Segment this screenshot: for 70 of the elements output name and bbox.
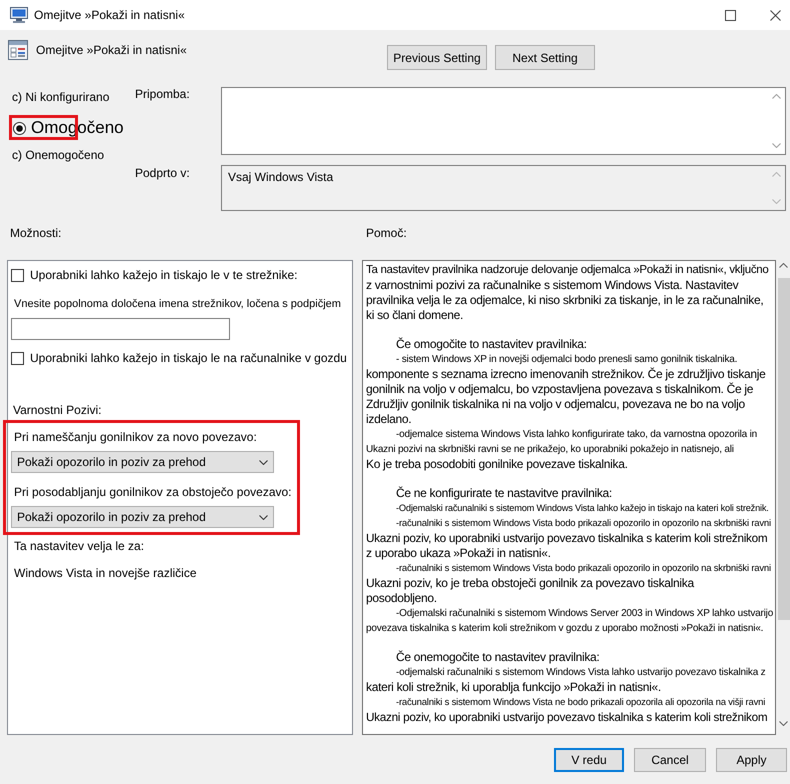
- help-text: pravilnika velja le za odjemalce, ki niso skrbniki za tiskanje, in le za računalnike,: [366, 293, 764, 308]
- scrollbar-thumb[interactable]: [778, 278, 790, 620]
- next-setting-button[interactable]: Next Setting: [495, 45, 595, 70]
- computer-icon: [10, 7, 28, 23]
- ok-button[interactable]: V redu: [554, 748, 624, 772]
- checkbox-label[interactable]: Uporabniki lahko kažejo in tiskajo le na računalnike v gozdu: [30, 351, 347, 365]
- help-text: posodobljeno.: [366, 591, 437, 606]
- help-text: ki so člani domene.: [366, 308, 464, 323]
- applies-to-value: Windows Vista in novejše različice: [14, 566, 197, 580]
- server-names-label: Vnesite popolnoma določena imena strežnikov, ločena s podpičjem: [14, 297, 341, 311]
- radio-option[interactable]: c) Onemogočeno: [12, 145, 104, 165]
- help-note: - sistem Windows XP in novejši odjemalci bodo prenesli samo gonilnik tiskalnika.: [396, 353, 738, 367]
- dropdown[interactable]: Pokaži opozorilo in poziv za prehod: [11, 506, 274, 528]
- help-heading: Če omogočite to nastavitev pravilnika:: [396, 337, 587, 352]
- apply-button[interactable]: Apply: [716, 748, 787, 772]
- radio-icon: [13, 122, 26, 134]
- applies-to-label: Ta nastavitev velja le za:: [14, 539, 144, 553]
- maximize-icon: [724, 10, 736, 20]
- setting-title: Omejitve »Pokaži in natisni«: [36, 42, 187, 59]
- help-note: -odjemalski računalniki s sistemom Windows Vista lahko ustvarijo povezavo tiskalnika z: [396, 666, 766, 680]
- window-title: Omejitve »Pokaži in natisni«: [34, 7, 185, 23]
- help-text: komponente s seznama izrecno imenovanih strežnikov. Če je združljivo tiskanje: [366, 367, 766, 382]
- help-note: -računalniki s sistemom Windows Vista bodo prikazali opozorilo in opozorilo na skrbniški ravni: [396, 517, 771, 531]
- help-text: Ko je treba posodobiti gonilnike povezave tiskalnika.: [366, 457, 628, 472]
- help-heading: Če ne konfigurirate te nastavitve pravilnika:: [396, 486, 612, 501]
- help-note: -računalniki s sistemom Windows Vista ne bodo prikazali opozorila ali opozorila na višji ravni: [396, 696, 766, 710]
- help-text: izdelano.: [366, 412, 412, 427]
- scroll-up-icon: [772, 94, 781, 99]
- server-names-field[interactable]: [11, 318, 230, 340]
- help-text: z uporabo ukaza »Pokaži in natisni«.: [366, 546, 551, 561]
- comment-label: Pripomba:: [135, 87, 191, 101]
- supported-label: Podprto v:: [135, 165, 191, 180]
- dropdown-label: Pri nameščanju gonilnikov za novo povezavo:: [14, 430, 257, 444]
- help-text: kateri koli strežnik, ki uporablja funkcijo »Pokaži in natisni«.: [366, 680, 661, 695]
- help-note: povezava tiskalnika s katerim koli strežnikom v gozdu z uporabo možnosti »Pokaži in natisni«.: [366, 622, 764, 636]
- window-icon: [8, 40, 28, 60]
- dropdown-label: Pri posodabljanju gonilnikov za obstoječo povezavo:: [14, 485, 292, 499]
- checkbox[interactable]: [11, 268, 24, 282]
- help-text: Združljiv gonilnik tiskalnika ni na voljo v odjemalcu, povezava ne bo na voljo: [366, 397, 745, 412]
- supported-value: Vsaj Windows Vista: [227, 169, 334, 184]
- checkbox-label[interactable]: Uporabniki lahko kažejo in tiskajo le v te strežnike:: [30, 268, 298, 282]
- radio-option[interactable]: c) Ni konfigurirano: [12, 87, 110, 107]
- help-text: Ta nastavitev pravilnika nadzoruje delovanje odjemalca »Pokaži in natisni«, vključno: [366, 263, 768, 278]
- scroll-up-icon[interactable]: [778, 263, 788, 268]
- help-text: gonilnik na voljo v odjemalcu, bo vzpostavljena povezava s tiskalnikom. Če je: [366, 382, 754, 397]
- security-prompts-label: Varnostni Pozivi:: [13, 403, 102, 417]
- cancel-button[interactable]: Cancel: [634, 748, 706, 772]
- close-icon: [770, 10, 781, 20]
- scroll-down-icon: [772, 199, 781, 204]
- checkbox[interactable]: [11, 352, 24, 364]
- dropdown[interactable]: Pokaži opozorilo in poziv za prehod: [11, 451, 274, 473]
- help-heading: Če onemogočite to nastavitev pravilnika:: [396, 650, 600, 665]
- help-note: -računalniki s sistemom Windows Vista bodo prikazali opozorilo in opozorilo na skrbniški ravni: [396, 562, 771, 576]
- help-text: Ukazni poziv, ko uporabniki ustvarijo povezavo tiskalnika s katerim koli strežnikom: [366, 710, 768, 725]
- scroll-up-icon: [772, 172, 781, 177]
- previous-setting-button[interactable]: Previous Setting: [387, 45, 487, 70]
- help-note: -Odjemalski računalniki s sistemom Windows Server 2003 in Windows XP lahko ustvarijo: [396, 607, 774, 621]
- help-note: -Odjemalski računalniki s sistemom Windows Vista lahko kažejo in tiskajo na kateri koli strežnik.: [396, 502, 769, 515]
- help-note: Ukazni pozivi na skrbniški ravni se ne prikažejo, ko uporabniki pokažejo in natisnejo, ali: [366, 443, 734, 457]
- chevron-down-icon: [259, 514, 268, 520]
- help-text: Ukazni poziv, ko uporabniki ustvarijo povezavo tiskalnika s katerim koli strežnikom: [366, 531, 768, 546]
- options-label: Možnosti:: [9, 226, 62, 240]
- help-text: z varnostnimi pozivi za računalnike s sistemom Windows Vista. Nastavitev: [366, 278, 738, 293]
- help-label: Pomoč:: [365, 226, 407, 240]
- scroll-down-icon: [772, 143, 781, 148]
- comment-field[interactable]: [221, 87, 786, 155]
- scroll-down-icon[interactable]: [778, 721, 788, 726]
- help-note: -odjemalce sistema Windows Vista lahko konfigurirate tako, da varnostna opozorila in: [396, 428, 757, 442]
- chevron-down-icon: [259, 460, 268, 464]
- help-text: Ukazni poziv, ko je treba obstoječi gonilnik za povezavo tiskalnika: [366, 576, 694, 591]
